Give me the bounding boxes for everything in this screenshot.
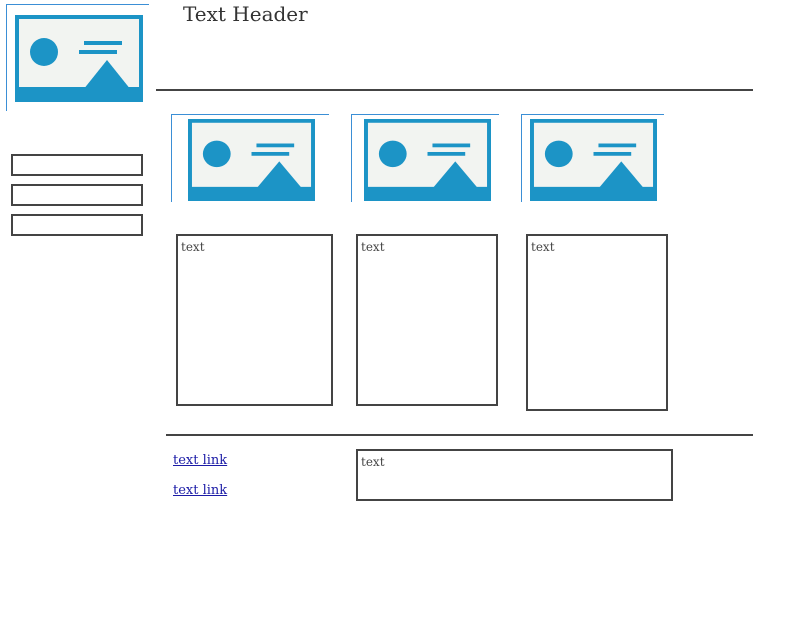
card-2-image-placeholder-icon bbox=[364, 119, 491, 201]
card-3-image-placeholder-icon bbox=[530, 119, 657, 201]
card-3-text-box: text bbox=[526, 234, 668, 411]
footer-text: text bbox=[361, 455, 385, 469]
card-2-text: text bbox=[361, 240, 385, 254]
sidebar-nav-item-2[interactable] bbox=[11, 184, 143, 206]
header-divider bbox=[156, 89, 753, 91]
sidebar-nav-item-3[interactable] bbox=[11, 214, 143, 236]
card-1-text-box: text bbox=[176, 234, 333, 406]
card-1-text: text bbox=[181, 240, 205, 254]
page-title: Text Header bbox=[183, 2, 308, 26]
logo-image-placeholder-icon bbox=[15, 15, 143, 102]
card-1-image-placeholder-icon bbox=[188, 119, 315, 201]
footer-link-1[interactable]: text link bbox=[173, 453, 227, 468]
card-2-text-box: text bbox=[356, 234, 498, 406]
footer-link-2[interactable]: text link bbox=[173, 483, 227, 498]
card-3-text: text bbox=[531, 240, 555, 254]
footer-divider bbox=[166, 434, 753, 436]
sidebar-nav-item-1[interactable] bbox=[11, 154, 143, 176]
footer-text-box: text bbox=[356, 449, 673, 501]
